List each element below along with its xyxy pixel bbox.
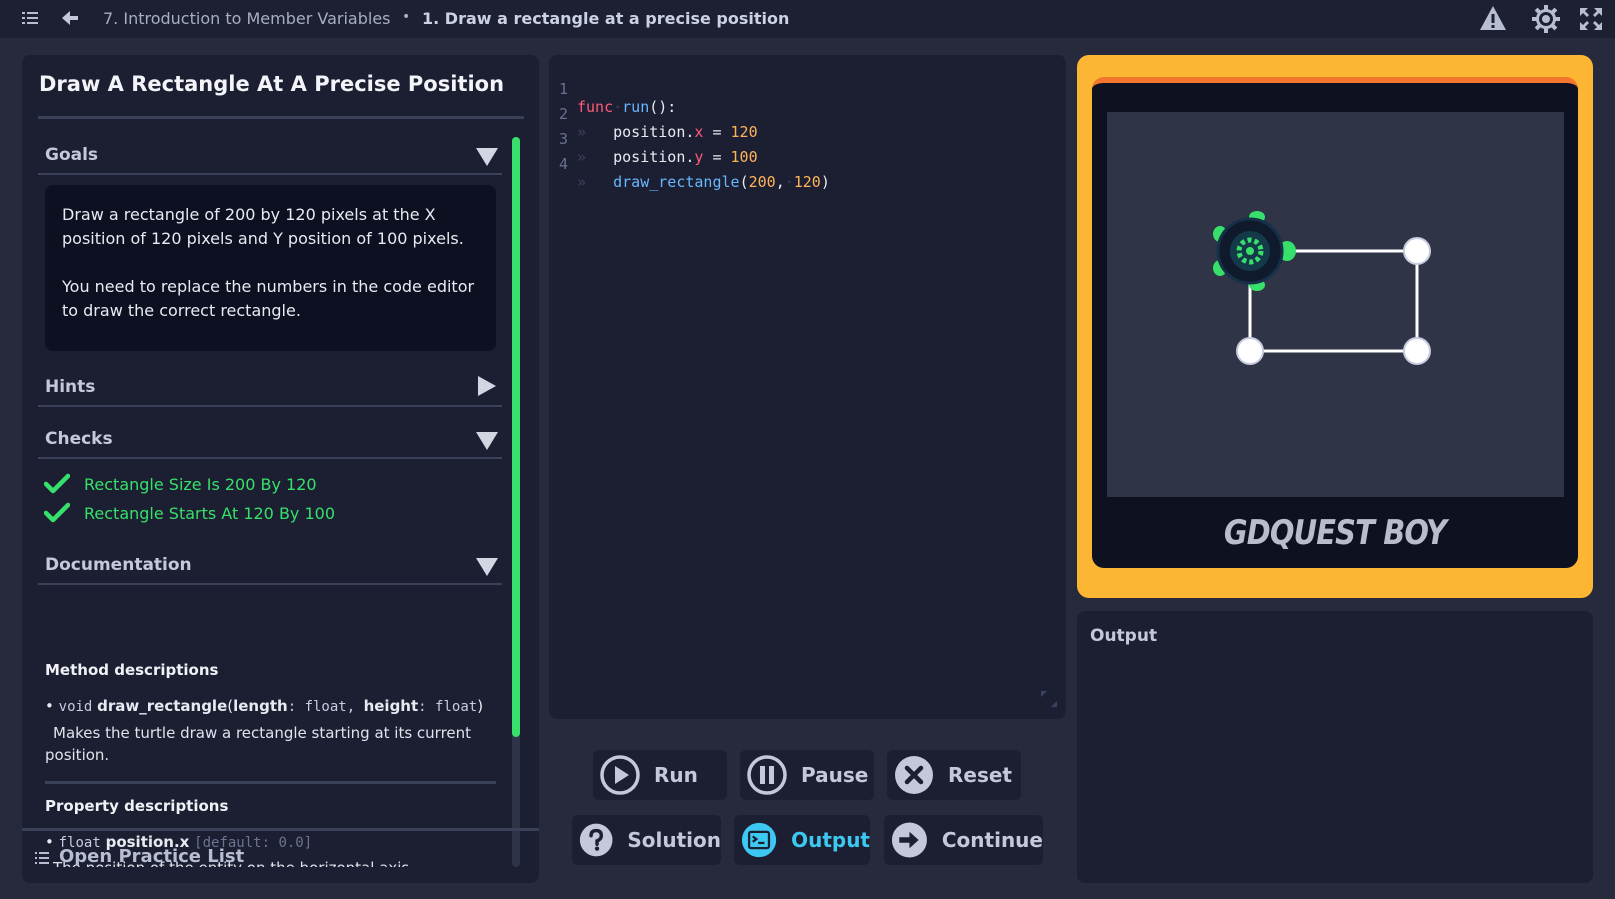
lesson-title: Draw A Rectangle At A Precise Position [39, 72, 505, 96]
output-label: Output [791, 828, 870, 852]
output-button[interactable]: Output [734, 815, 870, 865]
continue-label: Continue [941, 828, 1043, 852]
output-panel: Output [1077, 611, 1593, 883]
collapse-triangle-icon [476, 432, 498, 450]
code-line[interactable]: 4 » draw_rectangle(200,·120) [549, 137, 830, 191]
question-icon [579, 823, 613, 857]
lesson-scroll-area: Goals Draw a rectangle of 200 by 120 pix… [38, 135, 508, 867]
pause-label: Pause [801, 763, 869, 787]
rectangle-corner-handle [1236, 337, 1264, 365]
number-literal: 120 [730, 123, 758, 141]
continue-button[interactable]: Continue [884, 815, 1043, 865]
method-name: draw_rectangle [97, 697, 228, 715]
menu-icon[interactable] [22, 11, 38, 25]
function-name: run [622, 98, 650, 116]
hints-section-header[interactable]: Hints [38, 367, 502, 407]
warning-icon[interactable] [1479, 5, 1507, 31]
play-icon [600, 755, 640, 795]
terminal-icon [741, 822, 777, 858]
title-divider [38, 116, 524, 119]
breadcrumb-separator: • [402, 9, 411, 25]
code-line[interactable]: 2 » position.x = 120 [549, 87, 758, 141]
checks-section-header[interactable]: Checks [38, 419, 502, 459]
goals-box: Draw a rectangle of 200 by 120 pixels at… [45, 185, 496, 351]
settings-gear-icon[interactable] [1532, 5, 1560, 33]
bullet: • [45, 697, 54, 715]
reset-button[interactable]: Reset [887, 750, 1021, 800]
goals-label: Goals [45, 145, 99, 165]
rectangle-drawing [1213, 211, 1431, 365]
open-practice-label: Open Practice List [59, 846, 245, 867]
code-editor[interactable]: 1 func·run(): 2 » position.x = 120 3 » p… [549, 55, 1066, 719]
number-literal: 200 [748, 173, 776, 191]
rectangle-corner-handle [1403, 337, 1431, 365]
method-signature: • void draw_rectangle(length: float, hei… [45, 697, 484, 715]
collapse-triangle-icon [476, 148, 498, 166]
rectangle-corner-handle [1403, 237, 1431, 265]
goal-text: Draw a rectangle of 200 by 120 pixels at… [62, 205, 464, 248]
game-canvas[interactable] [1107, 112, 1564, 497]
param-name: length [233, 697, 288, 715]
lesson-panel: Draw A Rectangle At A Precise Position G… [22, 55, 539, 883]
paren: ) [477, 697, 484, 715]
code-line[interactable]: 3 » position.y = 100 [549, 112, 758, 166]
goals-section-header[interactable]: Goals [38, 135, 502, 175]
documentation-label: Documentation [45, 555, 192, 575]
check-item: Rectangle Starts At 120 By 100 [44, 500, 335, 526]
reset-x-icon [895, 756, 933, 794]
method-description: Makes the turtle draw a rectangle starti… [45, 724, 472, 764]
hints-label: Hints [45, 377, 96, 397]
console-brand-logo: GDQUEST BOY [1223, 513, 1447, 553]
number-literal: 100 [730, 148, 758, 166]
solution-label: Solution [627, 828, 721, 852]
function-call: draw_rectangle [613, 173, 740, 191]
pause-button[interactable]: Pause [740, 750, 874, 800]
breadcrumb-lesson: 1. Draw a rectangle at a precise positio… [422, 9, 790, 28]
doc-divider [45, 781, 496, 784]
method-descriptions-heading: Method descriptions [45, 661, 219, 679]
top-bar: 7. Introduction to Member Variables • 1.… [0, 0, 1615, 38]
expand-triangle-icon [478, 376, 496, 396]
checkmark-icon [44, 473, 70, 494]
fullscreen-icon[interactable] [1580, 8, 1602, 30]
game-preview-frame: GDQUEST BOY [1077, 55, 1593, 598]
param-name: height [363, 697, 419, 715]
checks-label: Checks [45, 429, 113, 449]
solution-button[interactable]: Solution [572, 815, 721, 865]
open-practice-list-button[interactable]: Open Practice List [22, 828, 539, 883]
goal-text: You need to replace the numbers in the c… [62, 277, 475, 320]
list-icon [35, 852, 49, 864]
turtle-icon [1213, 211, 1296, 291]
param-type: float [435, 699, 478, 715]
line-number: 4 [558, 155, 568, 173]
run-label: Run [654, 763, 698, 787]
check-label: Rectangle Starts At 120 By 100 [84, 503, 336, 523]
documentation-section-header[interactable]: Documentation [38, 545, 502, 585]
reset-label: Reset [948, 763, 1012, 787]
check-label: Rectangle Size Is 200 By 120 [84, 474, 317, 494]
expand-editor-icon[interactable] [1039, 689, 1059, 709]
param-type: float [304, 699, 347, 715]
code-line[interactable]: 1 func·run(): [549, 62, 676, 116]
output-panel-label: Output [1090, 626, 1158, 646]
breadcrumb-course[interactable]: 7. Introduction to Member Variables [103, 9, 391, 28]
arrow-right-icon [891, 822, 927, 858]
collapse-triangle-icon [476, 558, 498, 576]
run-button[interactable]: Run [593, 750, 727, 800]
property-descriptions-heading: Property descriptions [45, 797, 229, 815]
checkmark-icon [44, 502, 70, 523]
scrollbar-thumb[interactable] [512, 137, 520, 737]
game-preview-console: GDQUEST BOY [1092, 77, 1578, 568]
return-type: void [58, 699, 93, 715]
pause-icon [747, 755, 787, 795]
back-arrow-icon[interactable] [62, 11, 78, 25]
check-item: Rectangle Size Is 200 By 120 [44, 471, 317, 497]
number-literal: 120 [793, 173, 821, 191]
